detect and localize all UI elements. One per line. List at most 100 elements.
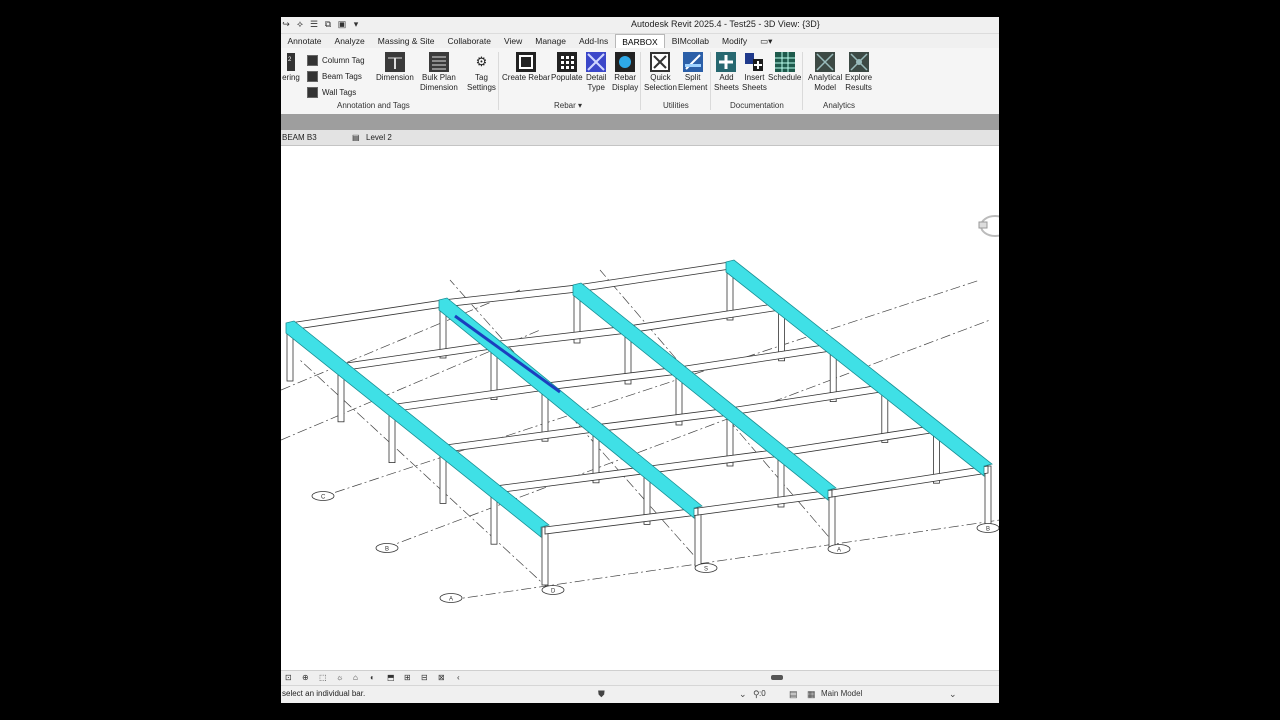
column-tag-button[interactable]: Column Tag <box>307 55 365 66</box>
beam[interactable] <box>493 465 648 494</box>
column[interactable] <box>694 507 702 567</box>
beam[interactable] <box>544 507 699 535</box>
beam[interactable] <box>442 284 578 308</box>
beam[interactable] <box>493 325 629 350</box>
numbering-button[interactable]: 2 ering <box>281 52 301 83</box>
grid-bubble-label: A <box>837 548 841 554</box>
tag-settings-label-1: Tag <box>475 73 488 82</box>
beam[interactable] <box>289 299 444 331</box>
sync-icon[interactable]: ⧉ <box>323 19 333 29</box>
worksets-count: :0 <box>759 689 766 698</box>
tab-massing-site[interactable]: Massing & Site <box>371 34 441 48</box>
scroll-left-icon[interactable]: ‹ <box>457 673 460 682</box>
beam[interactable] <box>627 302 783 334</box>
rebar-display-button[interactable]: Rebar Display <box>612 52 638 93</box>
options-bar <box>281 114 999 130</box>
explore-results-button[interactable]: Explore Results <box>845 52 872 93</box>
detail-type-button[interactable]: Detail Type <box>586 52 606 93</box>
explore-results-icon <box>848 52 869 72</box>
beam[interactable] <box>576 261 731 293</box>
redo-icon[interactable]: ↪ <box>281 19 291 29</box>
column-tag-label: Column Tag <box>322 56 365 65</box>
visual-style-icon[interactable]: ⬚ <box>319 673 327 682</box>
editable-only-icon[interactable]: ▦ <box>807 689 816 700</box>
beam-tags-icon <box>307 71 318 82</box>
create-rebar-label: Create Rebar <box>502 73 551 82</box>
3d-model-view[interactable]: C B A D S A B <box>281 146 999 670</box>
column-tag-icon <box>307 55 318 66</box>
tab-analyze[interactable]: Analyze <box>328 34 371 48</box>
insert-sheets-button[interactable]: Insert Sheets <box>742 52 767 93</box>
column[interactable] <box>984 465 992 525</box>
tab-barbox[interactable]: BARBOX <box>614 34 666 49</box>
bulk-plan-dimension-button[interactable]: Bulk Plan Dimension <box>420 52 458 93</box>
beam-tags-label: Beam Tags <box>322 72 362 81</box>
shadows-icon[interactable]: ◐ <box>370 673 375 682</box>
tab-collaborate[interactable]: Collaborate <box>441 34 497 48</box>
beam[interactable] <box>442 424 597 453</box>
split-element-button[interactable]: Split Element <box>678 52 707 93</box>
split-element-icon <box>682 52 703 72</box>
beam[interactable] <box>340 341 495 372</box>
beam[interactable] <box>678 343 834 375</box>
dropdown-chevron-icon[interactable]: ⌄ <box>739 689 747 700</box>
tab-view[interactable]: View <box>497 34 528 48</box>
horizontal-scrollbar[interactable] <box>771 675 783 680</box>
wall-tags-button[interactable]: Wall Tags <box>307 87 356 98</box>
beam[interactable] <box>595 407 731 433</box>
model-canvas[interactable]: C B A D S A B <box>281 146 999 674</box>
view-tab-level-2[interactable]: Level 2 <box>366 133 392 142</box>
viewcube-icon[interactable] <box>977 212 999 240</box>
panel-toggle-icon[interactable]: ▭▾ <box>754 34 779 48</box>
selected-rebar[interactable] <box>454 314 561 394</box>
ribbon-separator <box>802 52 803 110</box>
add-sheets-icon <box>716 52 737 72</box>
beam[interactable] <box>391 382 546 413</box>
tab-bimcollab[interactable]: BIMcollab <box>665 34 715 48</box>
home-icon[interactable]: ⌂ <box>353 673 358 682</box>
quick-selection-label-1: Quick <box>650 73 671 82</box>
beam[interactable] <box>646 448 782 474</box>
beam[interactable] <box>544 366 680 391</box>
analytical-model-button[interactable]: Analytical Model <box>808 52 842 93</box>
customize-qat-icon[interactable]: ▾ <box>351 19 361 29</box>
create-rebar-button[interactable]: Create Rebar <box>502 52 550 83</box>
detail-type-label-1: Detail <box>586 73 607 82</box>
panel-title-utilities: Utilities <box>663 101 689 110</box>
tab-manage[interactable]: Manage <box>529 34 573 48</box>
detail-level-icon[interactable]: ⊕ <box>302 673 309 682</box>
beam-tags-button[interactable]: Beam Tags <box>307 71 362 82</box>
panel-title-rebar[interactable]: Rebar ▾ <box>554 101 582 110</box>
design-options-icon[interactable]: ▤ <box>789 689 798 700</box>
tab-add-ins[interactable]: Add-Ins <box>572 34 614 48</box>
sun-path-icon[interactable]: ☼ <box>336 673 343 682</box>
scale-icon[interactable]: ⊡ <box>285 673 292 682</box>
view-tab-beam-b3[interactable]: BEAM B3 <box>282 133 317 142</box>
beam[interactable] <box>831 465 989 498</box>
add-sheets-button[interactable]: Add Sheets <box>714 52 739 93</box>
tab-modify[interactable]: Modify <box>716 34 754 48</box>
dimension-button[interactable]: Dimension <box>376 52 414 83</box>
insert-sheets-label-2: Sheets <box>742 83 767 92</box>
tab-annotate[interactable]: Annotate <box>281 34 328 48</box>
beam[interactable] <box>780 424 937 457</box>
lock-icon[interactable]: ⊞ <box>404 673 411 682</box>
chevron-down-icon[interactable]: ⌄ <box>949 689 957 700</box>
windows-icon[interactable]: ▣ <box>337 19 347 29</box>
measure-icon[interactable]: ⟡ <box>295 19 305 29</box>
workset-icon[interactable]: ⛊ <box>598 689 605 700</box>
list-icon[interactable]: ☰ <box>309 19 319 29</box>
active-model-select[interactable]: Main Model <box>821 689 862 698</box>
schedule-button[interactable]: Schedule <box>768 52 801 83</box>
column[interactable] <box>541 526 549 586</box>
reveal-hidden-icon[interactable]: ⊠ <box>438 673 445 682</box>
status-message: select an individual bar. <box>282 689 366 698</box>
numbering-label: ering <box>282 73 300 82</box>
tag-settings-button[interactable]: ⚙ Tag Settings <box>467 52 496 93</box>
populate-button[interactable]: Populate <box>551 52 583 83</box>
crop-view-icon[interactable]: ⬒ <box>387 673 395 682</box>
column[interactable] <box>828 489 836 549</box>
quick-selection-button[interactable]: Quick Selection <box>644 52 677 93</box>
temp-hide-icon[interactable]: ⊟ <box>421 673 428 682</box>
beam[interactable] <box>697 489 833 516</box>
